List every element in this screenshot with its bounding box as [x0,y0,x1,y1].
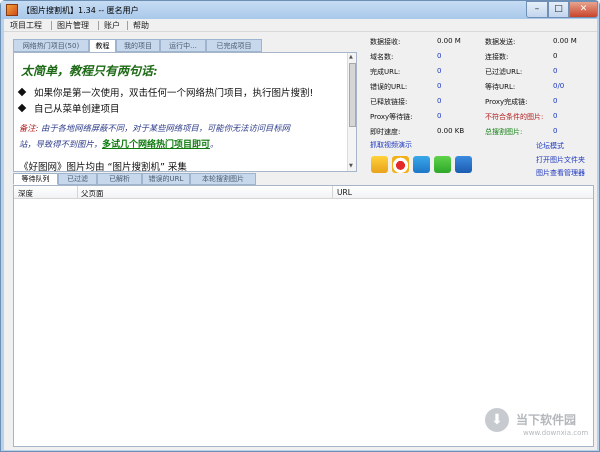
stat-label: 域名数: [370,53,394,61]
stat-value: 0 [437,67,442,75]
tencent-weibo-icon[interactable] [455,156,472,173]
stat-value: 0 [437,112,442,120]
bullet-text: 自己从菜单创建项目 [34,104,120,115]
download-arrow-icon: ⬇ [485,408,509,432]
menu-separator [51,21,52,30]
note-text: 由于各地网络屏蔽不同，对于某些网络项目，可能你无法访问目标网 [41,123,290,133]
tab-waiting-queue[interactable]: 等待队列 [13,173,58,185]
tutorial-footer: 《好图网》图片均由 “图片搜割机” 采集 [19,162,187,172]
qzone-icon[interactable] [371,156,388,173]
tab-my-projects[interactable]: 我的项目 [116,39,160,52]
stat-label: 完成URL: [370,68,401,76]
stats-panel: 数据接收: 0.00 M 域名数: 0 完成URL: 0 错误的URL: 0 已… [370,32,595,177]
close-button[interactable]: ✕ [569,1,598,18]
stat-value: 0.00 M [437,37,461,45]
stat-label: 不符合条件的图片: [485,113,544,121]
window-title: 【图片搜割机】1.34 -- 匿名用户 [22,6,139,15]
stat-value: 0.00 KB [437,127,465,135]
tutorial-panel: 太简单，教程只有两句话: 如果你是第一次使用，双击任何一个网络热门项目，执行图片… [13,52,357,172]
column-url[interactable]: URL [337,188,352,197]
bullet-icon [17,87,27,97]
wechat-icon[interactable] [434,156,451,173]
stat-label: 即时速度: [370,128,401,136]
bullet-text: 如果你是第一次使用，双击任何一个网络热门项目，执行图片搜割! [34,88,314,99]
tab-finished[interactable]: 已完成项目 [206,39,262,52]
column-depth[interactable]: 深度 [18,188,33,199]
stat-value: 0/0 [553,82,565,90]
bullet-icon [17,103,27,113]
stat-label: 等待URL: [485,83,516,91]
stat-value: 0 [553,52,558,60]
stat-label: Proxy完成链: [485,98,528,106]
open-folder-link[interactable]: 打开图片文件夹 [536,155,585,165]
try-hot-projects-link[interactable]: 多试几个网络热门项目即可 [102,140,210,150]
qq-icon[interactable] [413,156,430,173]
tab-round-images[interactable]: 本轮搜割图片 [190,173,256,185]
stat-value: 0 [437,52,442,60]
tab-parsed[interactable]: 已解析 [97,173,142,185]
stat-label: 已释放链接: [370,98,408,106]
title-bar[interactable]: 【图片搜割机】1.34 -- 匿名用户 – □ ✕ [1,1,599,19]
stat-label: 连接数: [485,53,509,61]
image-viewer-link[interactable]: 图片查看管理器 [536,168,585,178]
watermark-title: 当下软件园 [516,413,577,427]
menu-image-manage[interactable]: 图片管理 [57,20,89,31]
stat-value: 0 [553,127,558,135]
stat-value: 0.00 M [553,37,577,45]
forum-link[interactable]: 论坛模式 [536,141,564,151]
stat-label: Proxy等待链: [370,113,413,121]
column-divider[interactable] [77,186,78,199]
column-parent-page[interactable]: 父页面 [81,188,104,199]
tab-error-url[interactable]: 错误的URL [142,173,190,185]
site-watermark: ⬇ 当下软件园 www.downxia.com [483,405,593,449]
stat-label: 已过滤URL: [485,68,523,76]
menu-help[interactable]: 帮助 [133,20,149,31]
stat-label: 错误的URL: [370,83,408,91]
menu-separator [127,21,128,30]
stat-value: 0 [437,82,442,90]
video-demo-link[interactable]: 抓取视频演示 [370,140,412,150]
tutorial-scrollbar[interactable]: ▲ ▼ [347,53,356,171]
stat-label: 总搜割图片: [485,128,523,136]
tutorial-bullet: 如果你是第一次使用，双击任何一个网络热门项目，执行图片搜割! [17,85,314,99]
stat-value: 0 [553,112,558,120]
app-icon [6,4,18,16]
weibo-icon[interactable] [392,156,409,173]
menu-project[interactable]: 项目工程 [10,20,42,31]
tutorial-note: 备注: 由于各地网络屏蔽不同，对于某些网络项目，可能你无法访问目标网 [19,122,290,134]
tab-tutorial[interactable]: 教程 [89,39,116,53]
tutorial-note-cont: 站，导致得不到图片，多试几个网络热门项目即可。 [19,137,218,150]
scroll-down-icon[interactable]: ▼ [349,163,353,169]
minimize-button[interactable]: – [526,1,548,18]
tab-hot-projects[interactable]: 网络热门项目(50) [13,39,89,52]
tab-running[interactable]: 运行中... [160,39,206,52]
column-divider[interactable] [332,186,333,199]
tutorial-bullet: 自己从菜单创建项目 [17,101,120,115]
menu-bar: 项目工程 图片管理 账户 帮助 [4,19,597,32]
main-panel: 网络热门项目(50) 教程 我的项目 运行中... 已完成项目 太简单，教程只有… [4,32,597,450]
menu-separator [98,21,99,30]
tab-filtered[interactable]: 已过滤 [58,173,97,185]
note-label: 备注: [19,123,39,133]
stat-value: 0 [553,97,558,105]
maximize-button[interactable]: □ [548,1,569,18]
tutorial-title: 太简单，教程只有两句话: [21,64,158,78]
table-header: 深度 父页面 URL [14,186,593,199]
scroll-up-icon[interactable]: ▲ [349,54,353,60]
app-window: 【图片搜割机】1.34 -- 匿名用户 – □ ✕ 项目工程 图片管理 账户 帮… [0,0,600,452]
stat-label: 数据接收: [370,38,401,46]
watermark-url: www.downxia.com [523,429,589,437]
stat-value: 0 [437,97,442,105]
stat-label: 数据发送: [485,38,516,46]
scroll-thumb[interactable] [349,63,356,127]
note-text: 站，导致得不到图片， [19,139,102,149]
note-end: 。 [210,139,219,149]
stat-value: 0 [553,67,558,75]
menu-account[interactable]: 账户 [104,20,120,31]
